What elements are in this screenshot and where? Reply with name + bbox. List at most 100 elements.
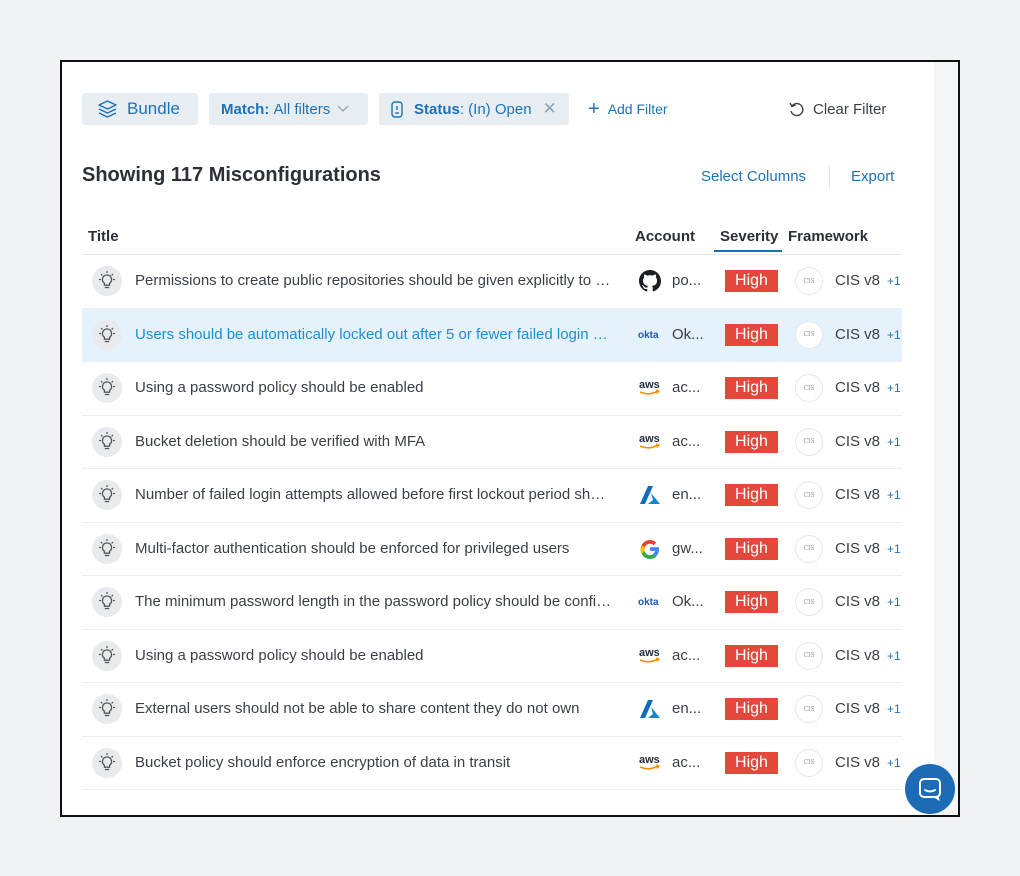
row-framework-more[interactable]: +1 — [887, 542, 901, 556]
table-row[interactable]: Multi-factor authentication should be en… — [82, 523, 902, 576]
row-account: ac... — [672, 753, 701, 771]
row-framework: CIS v8 — [835, 700, 881, 717]
row-title[interactable]: Bucket policy should enforce encryption … — [135, 754, 613, 771]
severity-badge: High — [725, 323, 778, 346]
row-framework: CIS v8 — [835, 753, 881, 771]
table-row[interactable]: Number of failed login attempts allowed … — [82, 469, 902, 523]
row-framework-more[interactable]: +1 — [887, 328, 901, 342]
row-title[interactable]: Multi-factor authentication should be en… — [135, 540, 613, 557]
severity-badge: High — [725, 537, 778, 560]
row-title[interactable]: The minimum password length in the passw… — [135, 593, 613, 610]
okta-icon: okta — [638, 590, 662, 614]
severity-badge: High — [725, 591, 778, 613]
clear-filter-button[interactable]: Clear Filter — [789, 93, 886, 125]
reset-icon — [789, 102, 804, 116]
add-filter-button[interactable]: + Add Filter — [588, 93, 668, 125]
lightbulb-icon — [92, 373, 122, 403]
svg-text:aws: aws — [639, 379, 660, 391]
severity-badge: High — [725, 751, 778, 774]
table-row[interactable]: External users should not be able to sha… — [82, 683, 902, 737]
row-account: ac... — [672, 646, 701, 664]
lightbulb-icon — [92, 640, 122, 671]
svg-text:okta: okta — [638, 597, 659, 608]
row-framework: CIS v8 — [835, 432, 881, 450]
export-button[interactable]: Export — [851, 168, 894, 185]
row-account: ac... — [672, 432, 701, 450]
svg-text:aws: aws — [639, 433, 660, 445]
row-account: Ok... — [672, 593, 704, 610]
chevron-down-icon — [337, 105, 349, 112]
column-header-account[interactable]: Account — [635, 228, 695, 245]
lightbulb-icon — [92, 319, 122, 350]
aws-icon: aws — [638, 751, 662, 775]
row-title[interactable]: External users should not be able to sha… — [135, 700, 613, 717]
row-framework-more[interactable]: +1 — [887, 274, 901, 288]
row-framework-more[interactable]: +1 — [887, 649, 901, 663]
row-account: po... — [672, 272, 702, 289]
status-icon — [391, 100, 403, 118]
table-row[interactable]: Users should be automatically locked out… — [82, 308, 902, 362]
sort-indicator — [714, 250, 782, 252]
cis-logo-icon: CIS — [795, 481, 823, 509]
lightbulb-icon — [92, 694, 122, 724]
status-prefix: Status — [414, 100, 460, 118]
select-columns-button[interactable]: Select Columns — [701, 168, 806, 185]
column-header-title[interactable]: Title — [88, 228, 119, 245]
match-filter-chip[interactable]: Match: All filters — [209, 93, 368, 125]
table-row[interactable]: Using a password policy should be enable… — [82, 362, 902, 416]
row-framework-more[interactable]: +1 — [887, 702, 901, 716]
lightbulb-icon — [92, 480, 122, 510]
severity-badge: High — [725, 430, 778, 453]
row-framework: CIS v8 — [835, 593, 881, 610]
row-account: ac... — [672, 379, 701, 396]
chat-button[interactable] — [905, 764, 955, 814]
svg-text:aws: aws — [639, 647, 660, 659]
cis-logo-icon: CIS — [795, 641, 823, 670]
column-header-framework[interactable]: Framework — [788, 228, 868, 245]
okta-icon: okta — [638, 323, 662, 347]
lightbulb-icon — [92, 587, 122, 617]
row-framework-more[interactable]: +1 — [887, 595, 901, 609]
lightbulb-icon — [92, 266, 122, 296]
severity-badge: High — [725, 377, 778, 399]
chat-icon — [919, 778, 941, 801]
row-account: en... — [672, 486, 702, 503]
table-row[interactable]: Bucket policy should enforce encryption … — [82, 737, 902, 790]
column-header-severity[interactable]: Severity — [720, 228, 782, 245]
row-framework: CIS v8 — [835, 486, 881, 503]
row-framework-more[interactable]: +1 — [887, 435, 901, 449]
cis-logo-icon: CIS — [795, 695, 823, 723]
table-header: Title Account Severity Framework — [82, 220, 902, 255]
row-title[interactable]: Permissions to create public repositorie… — [135, 272, 613, 289]
cis-logo-icon: CIS — [795, 320, 823, 349]
row-title[interactable]: Users should be automatically locked out… — [135, 326, 613, 343]
aws-icon: aws — [638, 430, 662, 454]
scrollbar-track[interactable] — [934, 62, 958, 815]
row-framework: CIS v8 — [835, 539, 881, 557]
match-prefix: Match: — [221, 100, 270, 118]
bundle-chip[interactable]: Bundle — [82, 93, 198, 125]
azure-icon — [638, 483, 662, 507]
azure-icon — [638, 697, 662, 721]
table-row[interactable]: Permissions to create public repositorie… — [82, 255, 902, 309]
cis-logo-icon: CIS — [795, 427, 823, 456]
row-title[interactable]: Number of failed login attempts allowed … — [135, 486, 613, 503]
filter-bar: Bundle Match: All filters Status: (In) O… — [82, 93, 922, 126]
row-title[interactable]: Using a password policy should be enable… — [135, 647, 613, 664]
close-icon[interactable]: ✕ — [543, 99, 557, 119]
cis-logo-icon: CIS — [795, 374, 823, 402]
google-icon — [638, 537, 662, 561]
row-framework-more[interactable]: +1 — [887, 756, 901, 770]
row-title[interactable]: Using a password policy should be enable… — [135, 379, 613, 396]
table-row[interactable]: Bucket deletion should be verified with … — [82, 416, 902, 469]
row-framework-more[interactable]: +1 — [887, 381, 901, 395]
severity-badge: High — [725, 644, 778, 667]
github-icon — [638, 269, 662, 293]
table-body: Permissions to create public repositorie… — [82, 255, 902, 790]
row-title[interactable]: Bucket deletion should be verified with … — [135, 433, 613, 450]
cis-logo-icon: CIS — [795, 534, 823, 563]
row-framework-more[interactable]: +1 — [887, 488, 901, 502]
status-filter-chip[interactable]: Status: (In) Open ✕ — [379, 93, 569, 125]
table-row[interactable]: Using a password policy should be enable… — [82, 630, 902, 683]
table-row[interactable]: The minimum password length in the passw… — [82, 576, 902, 630]
